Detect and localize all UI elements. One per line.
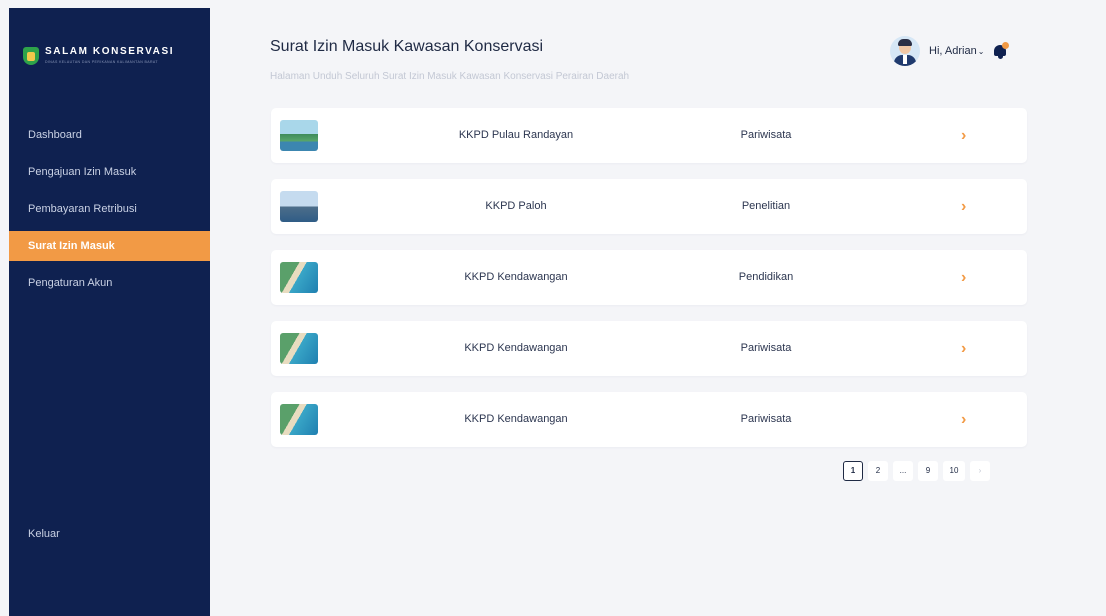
notification-dot (1002, 42, 1010, 49)
permit-location: KKPD Kendawangan (464, 413, 568, 425)
chevron-right-icon[interactable]: › (961, 392, 966, 447)
permit-category: Pariwisata (740, 342, 792, 354)
beach-photo-thumbnail (280, 262, 318, 293)
chevron-right-icon[interactable]: › (961, 250, 966, 305)
permit-location: KKPD Kendawangan (464, 271, 568, 283)
permit-category: Pariwisata (740, 129, 792, 141)
user-greeting-dropdown[interactable]: Hi, Adrian⌄ (929, 45, 984, 57)
permit-row[interactable]: KKPD Paloh Penelitian › (271, 179, 1027, 234)
beach-photo-thumbnail (280, 333, 318, 364)
next-page-chevron-icon[interactable]: › (970, 461, 990, 481)
user-menu: Hi, Adrian⌄ (890, 36, 1010, 66)
brand[interactable]: SALAM KONSERVASI DINAS KELAUTAN DAN PERI… (23, 46, 174, 65)
permit-category: Pendidikan (738, 271, 794, 283)
page-button-2[interactable]: 2 (868, 461, 888, 481)
bay-photo-thumbnail (280, 191, 318, 222)
permit-row[interactable]: KKPD Kendawangan Pariwisata › (271, 392, 1027, 447)
page-button-1[interactable]: 1 (843, 461, 863, 481)
permit-row[interactable]: KKPD Kendawangan Pariwisata › (271, 321, 1027, 376)
sidebar-item-pengajuan-izin-masuk[interactable]: Pengajuan Izin Masuk (9, 157, 210, 187)
logout-link[interactable]: Keluar (28, 528, 60, 540)
avatar[interactable] (890, 36, 920, 66)
sidebar-item-dashboard[interactable]: Dashboard (9, 120, 210, 150)
permit-category: Penelitian (741, 200, 791, 212)
permit-location: KKPD Kendawangan (464, 342, 568, 354)
sidebar-item-pengaturan-akun[interactable]: Pengaturan Akun (9, 268, 210, 298)
page-title: Surat Izin Masuk Kawasan Konservasi (270, 38, 544, 55)
pagination: 1 2 ... 9 10 › (843, 461, 995, 481)
chevron-right-icon[interactable]: › (961, 108, 966, 163)
brand-logo-icon (23, 47, 39, 65)
permit-row[interactable]: KKPD Pulau Randayan Pariwisata › (271, 108, 1027, 163)
sidebar-item-pembayaran-retribusi[interactable]: Pembayaran Retribusi (9, 194, 210, 224)
permit-row[interactable]: KKPD Kendawangan Pendidikan › (271, 250, 1027, 305)
chevron-right-icon[interactable]: › (961, 321, 966, 376)
chevron-down-icon: ⌄ (977, 47, 985, 56)
beach-photo-thumbnail (280, 404, 318, 435)
sidebar-nav: Dashboard Pengajuan Izin Masuk Pembayara… (9, 120, 210, 305)
permit-location: KKPD Paloh (485, 200, 547, 212)
user-greeting: Hi, Adrian (929, 45, 977, 57)
page-subtitle: Halaman Unduh Seluruh Surat Izin Masuk K… (270, 71, 630, 82)
permit-location: KKPD Pulau Randayan (458, 129, 574, 141)
brand-title: SALAM KONSERVASI (45, 46, 175, 57)
sidebar-item-surat-izin-masuk[interactable]: Surat Izin Masuk (9, 231, 210, 261)
page-ellipsis: ... (893, 461, 913, 481)
island-photo-thumbnail (280, 120, 318, 151)
page-button-9[interactable]: 9 (918, 461, 938, 481)
permit-category: Pariwisata (740, 413, 792, 425)
notification-bell-icon[interactable] (992, 42, 1010, 60)
brand-subtitle: DINAS KELAUTAN DAN PERIKANAN KALIMANTAN … (45, 60, 158, 64)
chevron-right-icon[interactable]: › (961, 179, 966, 234)
page-button-10[interactable]: 10 (943, 461, 965, 481)
sidebar: SALAM KONSERVASI DINAS KELAUTAN DAN PERI… (9, 8, 210, 616)
permit-list: KKPD Pulau Randayan Pariwisata › KKPD Pa… (271, 108, 1027, 463)
